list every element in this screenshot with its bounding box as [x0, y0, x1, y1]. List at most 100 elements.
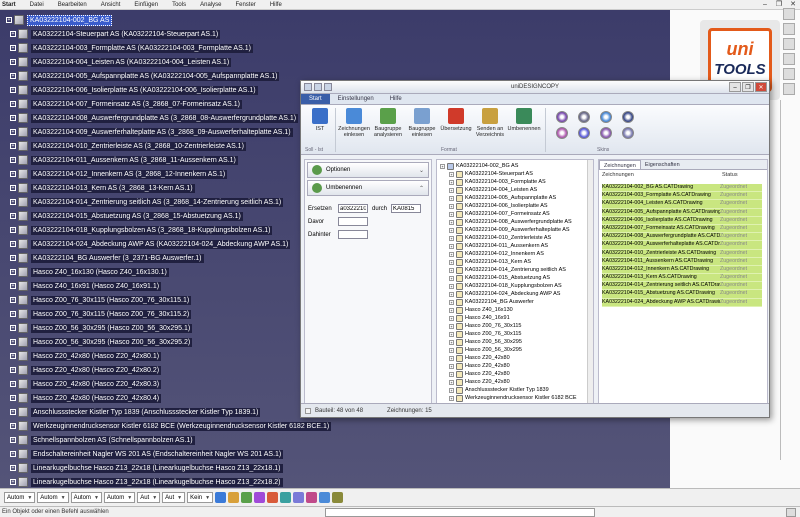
- expand-icon[interactable]: +: [10, 143, 16, 149]
- expand-icon[interactable]: +: [449, 283, 454, 289]
- window-control[interactable]: –: [758, 0, 772, 10]
- skin-swatch[interactable]: [578, 127, 590, 139]
- assembly-row[interactable]: + KA03222104-003_Formplatte AS: [449, 178, 546, 186]
- toolbar-icon[interactable]: [215, 492, 227, 503]
- assembly-row[interactable]: + KA03222104-006_Isolierplatte AS: [449, 202, 548, 210]
- expand-icon[interactable]: +: [6, 17, 12, 23]
- tool-icon[interactable]: [783, 68, 795, 80]
- expand-icon[interactable]: +: [10, 45, 16, 51]
- command-icon[interactable]: [786, 508, 796, 517]
- skin-swatch[interactable]: [578, 111, 590, 123]
- assembly-row[interactable]: + Hasco Z40_16x91: [449, 314, 510, 322]
- menu-item[interactable]: Bearbeiten: [58, 2, 87, 8]
- expand-icon[interactable]: +: [10, 451, 16, 457]
- skin-swatch[interactable]: [556, 111, 568, 123]
- expand-icon[interactable]: +: [10, 283, 16, 289]
- drawing-row[interactable]: KA03222104-024_Abdeckung AWP AS.CATDrawi…: [602, 298, 762, 307]
- skin-swatch[interactable]: [600, 127, 612, 139]
- ribbon-tab[interactable]: Einstellungen: [330, 94, 382, 104]
- expand-icon[interactable]: +: [449, 243, 454, 249]
- assembly-row[interactable]: + Hasco Z40_16x130: [449, 306, 513, 314]
- expand-icon[interactable]: +: [10, 157, 16, 163]
- drawing-row[interactable]: KA03222104-010_Zentrierleiste AS.CATDraw…: [602, 249, 762, 258]
- expand-icon[interactable]: +: [10, 185, 16, 191]
- expand-icon[interactable]: +: [10, 171, 16, 177]
- assembly-row[interactable]: + Hasco Z00_56_30x295: [449, 338, 522, 346]
- scrollbar[interactable]: [587, 160, 593, 403]
- assembly-row[interactable]: + KA03222104-008_Auswerfergrundplatte AS: [449, 218, 572, 226]
- assembly-row[interactable]: + Hasco Z00_76_30x115: [449, 322, 521, 330]
- maximize-button[interactable]: ❐: [742, 82, 754, 92]
- expand-icon[interactable]: +: [449, 171, 454, 177]
- skin-swatch[interactable]: [600, 111, 612, 123]
- assembly-row[interactable]: + Anschlussstecker Kistler Typ 1839: [449, 386, 549, 394]
- expand-icon[interactable]: +: [10, 465, 16, 471]
- tool-icon[interactable]: [783, 23, 795, 35]
- drawing-row[interactable]: KA03222104-005_Aufspannplatte AS.CATDraw…: [602, 208, 762, 217]
- assembly-row[interactable]: + KA03222104-012_Innenkern AS: [449, 250, 544, 258]
- expand-icon[interactable]: +: [10, 297, 16, 303]
- expand-icon[interactable]: +: [10, 409, 16, 415]
- expand-icon[interactable]: +: [449, 339, 454, 345]
- expand-icon[interactable]: +: [10, 227, 16, 233]
- assembly-row[interactable]: + Hasco Z00_56_30x295: [449, 346, 522, 354]
- expand-icon[interactable]: +: [449, 379, 454, 385]
- tree-row[interactable]: + Linearkugelbuchse Hasco Z13_22x18 (Line…: [8, 474, 283, 488]
- menu-item[interactable]: Einfügen: [134, 2, 158, 8]
- menu-item[interactable]: Ansicht: [101, 2, 121, 8]
- expand-icon[interactable]: +: [449, 291, 454, 297]
- menu-item[interactable]: Fenster: [235, 2, 255, 8]
- expand-icon[interactable]: +: [10, 59, 16, 65]
- toolbar-dropdown[interactable]: Autom ▼: [4, 492, 36, 503]
- assembly-row[interactable]: + KA03222104-004_Leisten AS: [449, 186, 537, 194]
- drawing-row[interactable]: KA03222104-008_Auswerfergrundplatte AS.C…: [602, 233, 762, 242]
- assembly-row[interactable]: + KA03222104-011_Aussenkern AS: [449, 242, 548, 250]
- expand-icon[interactable]: +: [440, 163, 445, 169]
- ribbon-button[interactable]: Umbenennen: [507, 108, 541, 132]
- tool-icon[interactable]: [783, 38, 795, 50]
- expand-icon[interactable]: +: [449, 275, 454, 281]
- toolbar-icon[interactable]: [254, 492, 266, 503]
- ribbon-button[interactable]: IST: [303, 108, 337, 132]
- toolbar-icon[interactable]: [306, 492, 318, 503]
- expand-icon[interactable]: +: [10, 87, 16, 93]
- expand-icon[interactable]: +: [449, 179, 454, 185]
- expand-icon[interactable]: +: [10, 479, 16, 485]
- expand-icon[interactable]: +: [10, 381, 16, 387]
- assembly-row[interactable]: + KA03222104-010_Zentrierleiste AS: [449, 234, 551, 242]
- ersetzen-input[interactable]: [338, 204, 368, 213]
- tool-icon[interactable]: [783, 83, 795, 95]
- ribbon-button[interactable]: Übersetzung: [439, 108, 473, 132]
- durch-input[interactable]: [391, 204, 422, 213]
- drawing-row[interactable]: KA03222104-009_Auswerferhalteplatte AS.C…: [602, 241, 762, 250]
- expand-icon[interactable]: +: [10, 213, 16, 219]
- ribbon-tab[interactable]: Hilfe: [382, 94, 410, 104]
- expand-icon[interactable]: +: [10, 339, 16, 345]
- toolbar-dropdown[interactable]: Autom ▼: [37, 492, 69, 503]
- davor-input[interactable]: [338, 217, 368, 226]
- ribbon-button[interactable]: Senden an Verzeichnis: [473, 108, 507, 138]
- minimize-button[interactable]: –: [729, 82, 741, 92]
- drawing-row[interactable]: KA03222104-015_Abstuetzung AS.CATDrawing…: [602, 290, 762, 299]
- toolbar-dropdown[interactable]: Kein ▼: [187, 492, 214, 503]
- toolbar-icon[interactable]: [228, 492, 240, 503]
- toolbar-icon[interactable]: [267, 492, 279, 503]
- expand-icon[interactable]: +: [10, 269, 16, 275]
- assembly-row[interactable]: + Hasco Z20_42x80: [449, 354, 510, 362]
- expand-icon[interactable]: +: [449, 227, 454, 233]
- skin-swatch[interactable]: [622, 127, 634, 139]
- menu-item[interactable]: Tools: [172, 2, 186, 8]
- drawing-row[interactable]: KA03222104-003_Formplatte AS.CATDrawing Z…: [602, 192, 762, 201]
- expand-icon[interactable]: +: [10, 255, 16, 261]
- assembly-row[interactable]: + KA03222104-005_Aufspannplatte AS: [449, 194, 556, 202]
- toolbar-dropdown[interactable]: Aut ▼: [137, 492, 161, 503]
- drawings-tab[interactable]: Eigenschaften: [641, 160, 684, 169]
- toolbar-dropdown[interactable]: Autom ▼: [103, 492, 136, 503]
- assembly-row[interactable]: + KA03222104-007_Formeinsatz AS: [449, 210, 550, 218]
- expand-icon[interactable]: +: [449, 323, 454, 329]
- toolbar-icon[interactable]: [332, 492, 344, 503]
- ribbon-button[interactable]: Baugruppe analysieren: [371, 108, 405, 138]
- menu-item[interactable]: Hilfe: [270, 2, 282, 8]
- expand-icon[interactable]: +: [449, 211, 454, 217]
- dahinter-input[interactable]: [338, 230, 368, 239]
